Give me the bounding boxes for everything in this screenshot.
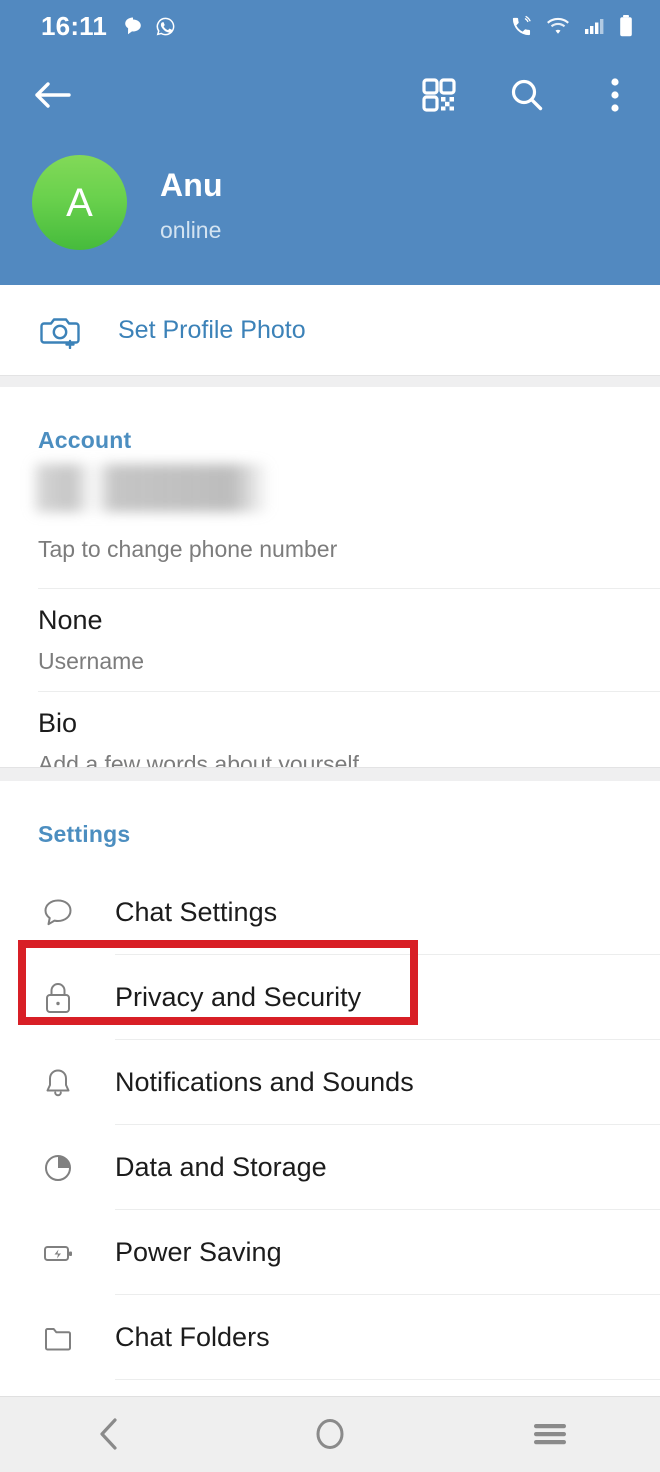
settings-item-chat-folders[interactable]: Chat Folders	[0, 1295, 660, 1380]
settings-section: Settings Chat Settings Privacy and Secur…	[0, 781, 660, 1401]
status-bar-clock: 16:11	[41, 10, 108, 41]
nav-home-button[interactable]	[220, 1396, 440, 1472]
status-bar-system-icons	[510, 0, 634, 52]
camera-add-icon	[38, 311, 82, 349]
qr-code-icon	[422, 78, 456, 112]
avatar-initial: A	[66, 180, 93, 225]
toolbar-actions	[414, 69, 640, 121]
back-button[interactable]	[26, 69, 78, 121]
settings-item-privacy-and-security[interactable]: Privacy and Security	[0, 955, 660, 1040]
wifi-icon	[547, 17, 569, 34]
android-status-bar: 16:11	[0, 0, 660, 52]
bell-icon	[0, 1062, 115, 1104]
set-profile-photo-label: Set Profile Photo	[118, 315, 306, 344]
redacted-phone-number	[32, 464, 270, 512]
search-icon	[511, 79, 543, 111]
battery-bolt-icon	[0, 1232, 115, 1274]
nav-home-icon	[316, 1419, 344, 1449]
nav-top-border	[0, 1396, 660, 1397]
message-bubble-icon	[125, 17, 141, 35]
overflow-menu-button[interactable]	[590, 69, 640, 121]
back-arrow-icon	[35, 82, 71, 108]
settings-item-power-saving[interactable]: Power Saving	[0, 1210, 660, 1295]
bio-value: Bio	[38, 708, 78, 738]
account-section-title: Account	[38, 427, 132, 453]
settings-item-chat-settings[interactable]: Chat Settings	[0, 870, 660, 955]
cellular-signal-icon	[585, 19, 604, 34]
android-navigation-bar	[0, 1396, 660, 1472]
settings-item-label: Notifications and Sounds	[115, 1067, 414, 1097]
lock-icon	[0, 977, 115, 1019]
app-toolbar	[0, 52, 660, 137]
phone-number-sub: Tap to change phone number	[38, 536, 338, 562]
nav-recents-icon	[534, 1424, 566, 1445]
settings-item-label: Power Saving	[115, 1237, 282, 1267]
section-divider-band-1	[0, 375, 660, 387]
whatsapp-icon	[156, 17, 175, 35]
nav-back-button[interactable]	[0, 1396, 220, 1472]
telegram-settings-screen: 16:11 A Anu online Set Profile Photo Acc…	[0, 0, 660, 1472]
username-value: None	[38, 605, 103, 635]
settings-item-label: Data and Storage	[115, 1152, 327, 1182]
profile-summary[interactable]: A Anu online	[0, 145, 660, 270]
search-button[interactable]	[502, 69, 552, 121]
account-section: Account Tap to change phone number None …	[0, 387, 660, 777]
qr-code-button[interactable]	[414, 69, 464, 121]
chat-bubble-icon	[0, 892, 115, 934]
settings-item-notifications-and-sounds[interactable]: Notifications and Sounds	[0, 1040, 660, 1125]
settings-item-label: Privacy and Security	[115, 982, 362, 1012]
username-row[interactable]: None Username	[0, 589, 660, 692]
settings-section-title: Settings	[38, 821, 131, 847]
profile-name: Anu	[160, 167, 223, 203]
username-sub: Username	[38, 648, 145, 674]
pie-chart-icon	[0, 1147, 115, 1189]
divider-line	[0, 375, 660, 376]
app-header: 16:11 A Anu online	[0, 0, 660, 285]
nav-recents-button[interactable]	[440, 1396, 660, 1472]
status-bar-notification-icons	[123, 16, 176, 37]
settings-item-data-and-storage[interactable]: Data and Storage	[0, 1125, 660, 1210]
battery-icon	[620, 15, 632, 37]
settings-item-label: Chat Settings	[115, 897, 278, 927]
folder-icon	[0, 1317, 115, 1359]
set-profile-photo-row[interactable]: Set Profile Photo	[0, 285, 660, 375]
phone-ringing-icon	[512, 15, 531, 35]
profile-status: online	[160, 217, 222, 243]
settings-item-label: Chat Folders	[115, 1322, 270, 1352]
avatar[interactable]: A	[32, 155, 127, 250]
divider-line	[0, 767, 660, 768]
overflow-menu-icon	[611, 78, 619, 112]
nav-back-icon	[100, 1418, 117, 1450]
section-divider-band-2	[0, 767, 660, 781]
